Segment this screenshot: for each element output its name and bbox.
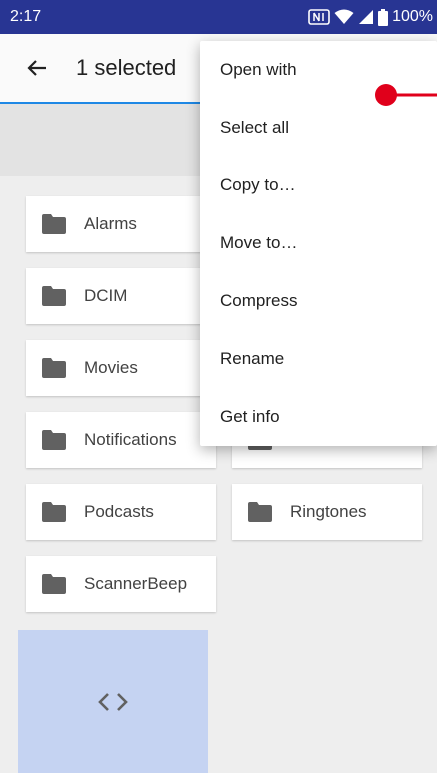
wifi-icon xyxy=(334,9,354,24)
status-bar: 2:17 100% xyxy=(0,0,437,34)
selected-file-tile[interactable] xyxy=(18,630,208,773)
code-icon xyxy=(98,692,128,711)
folder-icon xyxy=(42,214,66,234)
folder-label: Podcasts xyxy=(84,502,154,521)
menu-item-move-to[interactable]: Move to… xyxy=(200,214,437,272)
nfc-icon xyxy=(308,9,330,25)
folder-tile-dcim[interactable]: DCIM xyxy=(26,268,216,324)
arrow-left-icon xyxy=(27,60,46,76)
folder-tile-movies[interactable]: Movies xyxy=(26,340,216,396)
folder-icon xyxy=(42,430,66,450)
status-time: 2:17 xyxy=(10,8,42,25)
folder-tile-ringtones[interactable]: Ringtones xyxy=(232,484,422,540)
folder-label: Notifications xyxy=(84,430,177,449)
signal-icon xyxy=(359,10,374,24)
folder-label: Movies xyxy=(84,358,138,377)
status-icons: 100% xyxy=(308,8,433,26)
folder-tile-alarms[interactable]: Alarms xyxy=(26,196,216,252)
menu-item-get-info[interactable]: Get info xyxy=(200,388,437,446)
folder-label: DCIM xyxy=(84,286,128,305)
battery-icon xyxy=(378,8,389,26)
menu-item-compress[interactable]: Compress xyxy=(200,272,437,330)
folder-label: ScannerBeep xyxy=(84,574,188,593)
folder-label: Ringtones xyxy=(290,502,367,521)
folder-icon xyxy=(248,502,272,522)
menu-item-select-all[interactable]: Select all xyxy=(200,99,437,157)
folder-icon xyxy=(42,502,66,522)
folder-tile-podcasts[interactable]: Podcasts xyxy=(26,484,216,540)
folder-icon xyxy=(42,574,66,594)
battery-percent: 100% xyxy=(392,8,433,25)
folder-tile-notifications[interactable]: Notifications xyxy=(26,412,216,468)
folder-tile-scannerbeep[interactable]: ScannerBeep xyxy=(26,556,216,612)
touch-indicator-dot xyxy=(375,84,437,106)
menu-item-copy-to[interactable]: Copy to… xyxy=(200,157,437,215)
selection-count-title: 1 selected xyxy=(76,55,177,80)
folder-icon xyxy=(42,286,66,306)
back-button[interactable] xyxy=(14,38,60,98)
folder-icon xyxy=(42,358,66,378)
folder-label: Alarms xyxy=(84,214,137,233)
menu-item-rename[interactable]: Rename xyxy=(200,330,437,388)
